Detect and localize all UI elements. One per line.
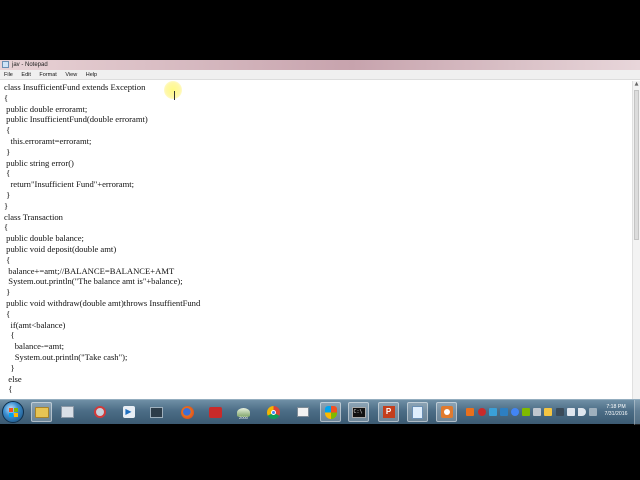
code-line: } (4, 287, 11, 298)
tools-icon[interactable] (89, 402, 110, 422)
code-line: this.erroramt=erroramt; (4, 135, 92, 146)
taskbar: ▶ 2000 C:\ P 7:18 PM 7/31/2016 (0, 399, 640, 425)
clock-date: 7/31/2016 (604, 411, 628, 417)
code-line: else (4, 373, 22, 384)
code-line: balance+=amt;//BALANCE=BALANCE+AMT (4, 265, 175, 276)
tray-sync-icon[interactable] (489, 408, 497, 416)
code-line: } (4, 146, 11, 157)
screen: jav - Notepad File Edit Format View Help… (0, 0, 640, 480)
tray-app-icon[interactable] (466, 408, 474, 416)
app-2000-icon[interactable]: 2000 (233, 402, 254, 422)
media-player-icon[interactable]: ▶ (118, 402, 139, 422)
code-line: { (4, 308, 11, 319)
code-line: if(amt<balance) (4, 319, 66, 330)
start-button[interactable] (2, 401, 24, 423)
libraries-icon[interactable] (57, 402, 78, 422)
media-center-icon[interactable] (146, 402, 167, 422)
notepad-window[interactable]: jav - Notepad File Edit Format View Help… (0, 60, 640, 400)
code-line: public InsufficientFund(double erroramt) (4, 114, 148, 125)
command-prompt-icon[interactable]: C:\ (348, 402, 369, 422)
code-line: { (4, 330, 15, 341)
app-2000-label: 2000 (239, 415, 248, 420)
code-line: { (4, 125, 11, 136)
tray-volume-icon[interactable] (578, 408, 586, 416)
code-line: System.out.println("Take cash"); (4, 351, 128, 362)
explorer-icon[interactable] (31, 402, 52, 422)
mouse-highlight (164, 81, 182, 99)
code-line: } (4, 200, 9, 211)
tray-chrome-icon[interactable] (511, 408, 519, 416)
code-text: class InsufficientFund extends Exception… (4, 82, 200, 395)
tray-battery-icon[interactable] (556, 408, 564, 416)
code-line: System.out.println("The balance amt is"+… (4, 276, 183, 287)
code-line: { (4, 254, 11, 265)
code-line: balance-=amt; (4, 341, 64, 352)
powerpoint-icon[interactable]: P (378, 402, 399, 422)
code-line: public void withdraw(double amt)throws I… (4, 297, 201, 308)
tray-bluetooth-icon[interactable] (500, 408, 508, 416)
windows-logo-icon (9, 408, 19, 418)
text-cursor-icon (174, 91, 176, 100)
chrome-icon[interactable] (263, 402, 284, 422)
tray-usb-icon[interactable] (533, 408, 541, 416)
menu-file[interactable]: File (1, 70, 16, 80)
tray-record-icon[interactable] (478, 408, 486, 416)
scrollbar-thumb[interactable] (634, 90, 639, 240)
code-line: public void deposit(double amt) (4, 243, 117, 254)
firefox-icon[interactable] (177, 402, 198, 422)
notepad-icon (2, 61, 9, 68)
window-app-icon[interactable] (292, 402, 313, 422)
security-shield-icon[interactable] (320, 402, 341, 422)
recorder-icon[interactable] (436, 402, 457, 422)
menu-view[interactable]: View (62, 70, 80, 80)
menu-bar: File Edit Format View Help (0, 70, 640, 80)
tray-flag-icon[interactable] (544, 408, 552, 416)
menu-help[interactable]: Help (83, 70, 100, 80)
code-line: { (4, 222, 9, 233)
red-app-icon[interactable] (205, 402, 226, 422)
title-bar[interactable]: jav - Notepad (0, 60, 640, 70)
tray-language-icon[interactable] (589, 408, 597, 416)
tray-update-icon[interactable] (522, 408, 530, 416)
code-line: public string error() (4, 157, 74, 168)
code-line: } (4, 189, 11, 200)
code-line: { (4, 384, 13, 395)
menu-edit[interactable]: Edit (18, 70, 33, 80)
menu-format[interactable]: Format (36, 70, 59, 80)
notepad-taskbar-icon[interactable] (407, 402, 428, 422)
show-desktop-button[interactable] (634, 400, 640, 425)
code-line: class Transaction (4, 211, 63, 222)
code-line: public double balance; (4, 233, 84, 244)
code-line: return"Insufficient Fund"+erroramt; (4, 179, 135, 190)
scroll-up-arrow-icon[interactable]: ▲ (633, 81, 640, 88)
vertical-scrollbar[interactable]: ▲ (632, 81, 640, 400)
window-title: jav - Notepad (12, 62, 48, 68)
text-editor[interactable]: class InsufficientFund extends Exception… (0, 81, 632, 400)
tray-network-icon[interactable] (567, 408, 575, 416)
code-line: public double erroramt; (4, 103, 88, 114)
code-line: { (4, 168, 11, 179)
clock-time: 7:18 PM (606, 404, 626, 410)
clock[interactable]: 7:18 PM 7/31/2016 (600, 404, 632, 418)
code-line: } (4, 362, 15, 373)
